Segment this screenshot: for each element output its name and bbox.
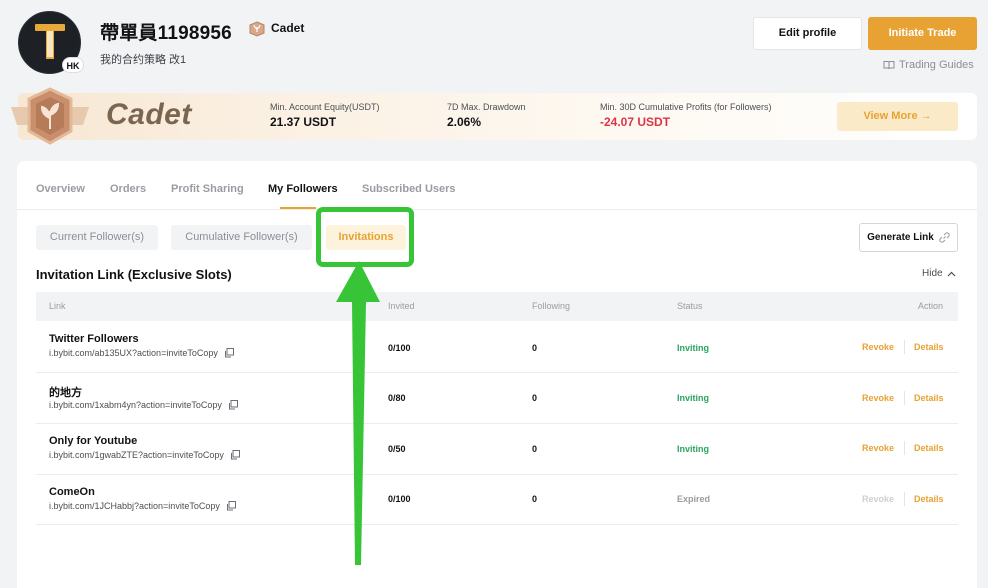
status-badge: Inviting bbox=[677, 393, 709, 403]
view-more-button[interactable]: View More → bbox=[837, 102, 958, 131]
column-header-link: Link bbox=[49, 301, 66, 311]
details-button[interactable]: Details bbox=[914, 393, 944, 403]
table-row bbox=[36, 373, 958, 424]
tab-subscribed-users[interactable]: Subscribed Users bbox=[362, 183, 456, 195]
link-url: i.bybit.com/1JCHabbj?action=inviteToCopy bbox=[49, 501, 236, 511]
link-name: 的地方 bbox=[49, 387, 82, 399]
details-button[interactable]: Details bbox=[914, 342, 944, 352]
revoke-button[interactable]: Revoke bbox=[862, 342, 894, 352]
revoke-button[interactable]: Revoke bbox=[862, 393, 894, 403]
region-badge: HK bbox=[62, 57, 84, 73]
hide-toggle[interactable]: Hide bbox=[922, 268, 956, 279]
subtab-current-followers[interactable]: Current Follower(s) bbox=[36, 225, 158, 250]
column-header-action: Action bbox=[918, 301, 944, 311]
revoke-button[interactable]: Revoke bbox=[862, 443, 894, 453]
following-count: 0 bbox=[532, 494, 538, 504]
username: 帶單員1198956 bbox=[100, 23, 232, 44]
annotation-arrow-icon bbox=[336, 261, 380, 565]
status-badge: Inviting bbox=[677, 444, 709, 454]
stat-label: Min. 30D Cumulative Profits (for Followe… bbox=[600, 102, 772, 112]
cadet-medal-icon bbox=[11, 87, 89, 145]
level-label: Cadet bbox=[271, 21, 305, 35]
table-header bbox=[36, 292, 958, 321]
copy-icon[interactable] bbox=[230, 450, 240, 460]
link-url: i.bybit.com/ab135UX?action=inviteToCopy bbox=[49, 348, 234, 358]
link-icon bbox=[939, 232, 950, 243]
cadet-badge-icon bbox=[249, 21, 265, 37]
generate-link-button[interactable]: Generate Link bbox=[859, 223, 958, 252]
column-header-following: Following bbox=[532, 301, 571, 311]
bio: 我的合约策略 改1 bbox=[100, 54, 187, 66]
section-title: Invitation Link (Exclusive Slots) bbox=[36, 267, 232, 282]
tab-orders[interactable]: Orders bbox=[110, 183, 146, 195]
following-count: 0 bbox=[532, 343, 538, 353]
stat-label: 7D Max. Drawdown bbox=[447, 102, 526, 112]
trading-guides-link[interactable]: Trading Guides bbox=[883, 59, 974, 71]
edit-profile-button[interactable]: Edit profile bbox=[753, 17, 862, 50]
copy-icon[interactable] bbox=[226, 501, 236, 511]
stat-max-drawdown: 7D Max. Drawdown 2.06% bbox=[447, 102, 526, 129]
link-name: Only for Youtube bbox=[49, 435, 138, 447]
trading-guides-label: Trading Guides bbox=[899, 59, 974, 71]
following-count: 0 bbox=[532, 393, 538, 403]
action-divider bbox=[904, 492, 905, 506]
status-badge: Inviting bbox=[677, 343, 709, 353]
copy-icon[interactable] bbox=[224, 348, 234, 358]
status-badge: Expired bbox=[677, 494, 711, 504]
link-name: Twitter Followers bbox=[49, 333, 139, 345]
generate-link-label: Generate Link bbox=[867, 232, 934, 243]
initiate-trade-button[interactable]: Initiate Trade bbox=[868, 17, 977, 50]
stat-value: 21.37 USDT bbox=[270, 115, 337, 129]
chevron-up-icon bbox=[947, 271, 956, 276]
tab-bar bbox=[17, 161, 977, 210]
link-url-text: i.bybit.com/1JCHabbj?action=inviteToCopy bbox=[49, 501, 220, 511]
stat-min-cumulative-profit: Min. 30D Cumulative Profits (for Followe… bbox=[600, 102, 772, 129]
stat-value: 2.06% bbox=[447, 115, 482, 129]
stat-min-equity: Min. Account Equity(USDT) 21.37 USDT bbox=[270, 102, 380, 129]
link-url-text: i.bybit.com/ab135UX?action=inviteToCopy bbox=[49, 348, 218, 358]
details-button[interactable]: Details bbox=[914, 494, 944, 504]
revoke-button[interactable]: Revoke bbox=[862, 494, 894, 504]
hide-label: Hide bbox=[922, 268, 943, 279]
stat-label: Min. Account Equity(USDT) bbox=[270, 102, 380, 112]
active-tab-indicator bbox=[280, 207, 316, 209]
stat-value: -24.07 USDT bbox=[600, 115, 671, 129]
book-icon bbox=[883, 61, 895, 70]
subtab-cumulative-followers[interactable]: Cumulative Follower(s) bbox=[171, 225, 312, 250]
details-button[interactable]: Details bbox=[914, 443, 944, 453]
action-divider bbox=[904, 391, 905, 405]
tab-profit-sharing[interactable]: Profit Sharing bbox=[171, 183, 244, 195]
action-divider bbox=[904, 441, 905, 455]
column-header-status: Status bbox=[677, 301, 703, 311]
following-count: 0 bbox=[532, 444, 538, 454]
banner-level-title: Cadet bbox=[106, 98, 192, 131]
link-url-text: i.bybit.com/1xabm4yn?action=inviteToCopy bbox=[49, 400, 222, 410]
link-name: ComeOn bbox=[49, 486, 95, 498]
copy-icon[interactable] bbox=[228, 400, 238, 410]
link-url: i.bybit.com/1xabm4yn?action=inviteToCopy bbox=[49, 400, 238, 410]
link-url-text: i.bybit.com/1gwabZTE?action=inviteToCopy bbox=[49, 450, 224, 460]
table-row bbox=[36, 474, 958, 525]
action-divider bbox=[904, 340, 905, 354]
tab-overview[interactable]: Overview bbox=[36, 183, 85, 195]
tab-my-followers[interactable]: My Followers bbox=[268, 183, 338, 195]
link-url: i.bybit.com/1gwabZTE?action=inviteToCopy bbox=[49, 450, 240, 460]
